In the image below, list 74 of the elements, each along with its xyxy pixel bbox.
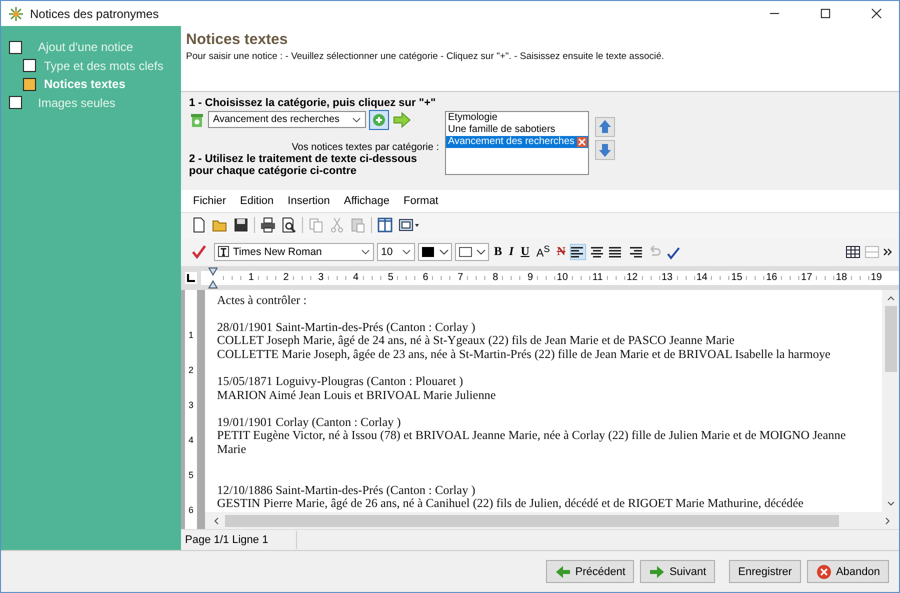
format-button[interactable]: N [554,242,568,261]
document-paragraph: Actes à contrôler : [217,294,307,308]
window-title: Notices des patronymes [30,6,159,20]
menu-item[interactable]: Insertion [288,194,330,207]
overflow-chevron-icon[interactable] [883,246,893,257]
format-button[interactable]: B [492,242,504,261]
menu-item[interactable]: Affichage [344,194,390,207]
format-button[interactable]: U [518,242,532,261]
next-button[interactable]: Suivant [640,560,716,583]
print-icon[interactable] [260,217,276,234]
close-icon[interactable] [871,8,882,19]
align-left-icon[interactable] [570,244,586,260]
document-paragraph: 15/05/1871 Loguivy-Plougras (Canton : Plouaret ) MARION Aimé Jean Louis et BRIVOAL Marie Julienne [217,375,496,402]
category-item[interactable]: Avancement des recherches [446,136,588,148]
save-button[interactable]: Enregistrer [729,560,801,583]
border-dropdown-icon[interactable] [455,242,489,261]
font-icon [218,246,229,258]
columns-icon[interactable] [377,217,393,234]
arrow-right-icon[interactable] [392,110,412,130]
ruler-number: 3 [188,400,194,410]
category-item[interactable]: Une famille de sabotiers [446,124,588,136]
split-cells-icon[interactable] [864,244,880,260]
document-page[interactable] [205,290,882,512]
app-icon [8,6,24,22]
add-icon[interactable] [369,110,389,130]
frame-dropdown-icon[interactable] [398,217,420,234]
ruler-number: 4 [188,435,194,446]
ruler-number: 5 [188,470,194,480]
arrow-right-icon [649,564,666,580]
document-paragraph: 19/01/1901 Corlay (Canton : Corlay ) PETIT Eugène Victor, né à Issou (78) et BRIVOAL Jeanne Marie, née à Corlay (22) fille de Julien Marie et de MOIGNO Jeanne Marie [217,416,847,457]
scrollbar-thumb[interactable] [225,514,839,527]
status-text: Page 1/1 Ligne 1 [181,531,298,549]
chevron-down-icon [361,248,370,255]
font-size-select[interactable]: 10 [377,242,415,261]
ruler-number: 2 [188,365,194,376]
new-document-icon[interactable] [191,217,207,234]
delete-icon[interactable] [576,136,587,147]
vertical-scrollbar[interactable] [882,290,899,512]
step-heading: 2 - Utilisez le traitement de texte ci-dessous pour chaque catégorie ci-contre [189,152,418,177]
tab-stop-icon[interactable] [185,272,197,284]
save-icon[interactable] [233,217,249,234]
chevron-down-icon [352,116,361,123]
ruler-number: 1 [188,330,194,340]
indent-marker-icon[interactable] [208,266,218,289]
trash-icon[interactable] [189,112,205,128]
arrow-up-icon[interactable] [595,116,615,137]
scrollbar-thumb[interactable] [884,306,896,372]
ruler-number: 6 [188,504,194,515]
arrow-down-icon[interactable] [595,140,615,160]
step-heading: 1 - Choisissez la catégorie, puis cliquez sur "+" [189,96,437,109]
section-title: Notices textes [186,31,289,48]
arrow-left-icon [555,564,572,580]
check-mark-icon[interactable] [191,244,207,260]
cancel-icon [816,564,832,580]
category-select[interactable]: Avancement des recherches [208,111,366,128]
category-item[interactable]: Etymologie [446,112,588,124]
back-button[interactable]: Précédent [546,560,634,583]
format-button[interactable]: A$^{S}$ [534,242,552,261]
chevron-down-icon [402,248,411,255]
format-button[interactable]: I [507,242,516,261]
horizontal-scrollbar[interactable] [205,512,899,530]
instructions-text: Pour saisir une notice : - Veuillez sélectionner une catégorie - Cliquez sur "+". - Saisissez ensuite le texte associé. [186,51,666,62]
list-label: Vos notices textes par catégorie : [290,142,439,153]
menu-item[interactable]: Fichier [193,194,226,207]
table-icon[interactable] [845,244,861,260]
document-paragraph: 28/01/1901 Saint-Martin-des-Prés (Canton : Corlay ) COLLET Joseph Marie, âgé de 24 ans, né à St-Ygeaux (22) fils de Jean Marie et de PASCO Jeanne Marie COLLETTE Marie Joseph, âgée de 23 ans, née à St-Martin-Prés (22) fille de Jean Marie et de BRIVOAL Isabelle la harmoye [217,320,830,362]
menu-item[interactable]: Format [404,194,438,207]
document-paragraph: 12/10/1886 Saint-Martin-des-Prés (Canton : Corlay ) GESTIN Pierre Marie, âgé de 26 ans, né à Canihuel (22) fils de Julien, décédé et de RIGOET Marie Mathurine, décédée [217,484,804,511]
font-select[interactable]: Times New Roman [214,242,374,261]
text-color-dropdown-icon[interactable] [418,242,452,261]
print-preview-icon[interactable] [281,217,297,234]
cancel-button[interactable]: Abandon [806,560,889,583]
maximize-icon[interactable] [820,8,831,19]
menu-item[interactable]: Edition [240,194,274,207]
